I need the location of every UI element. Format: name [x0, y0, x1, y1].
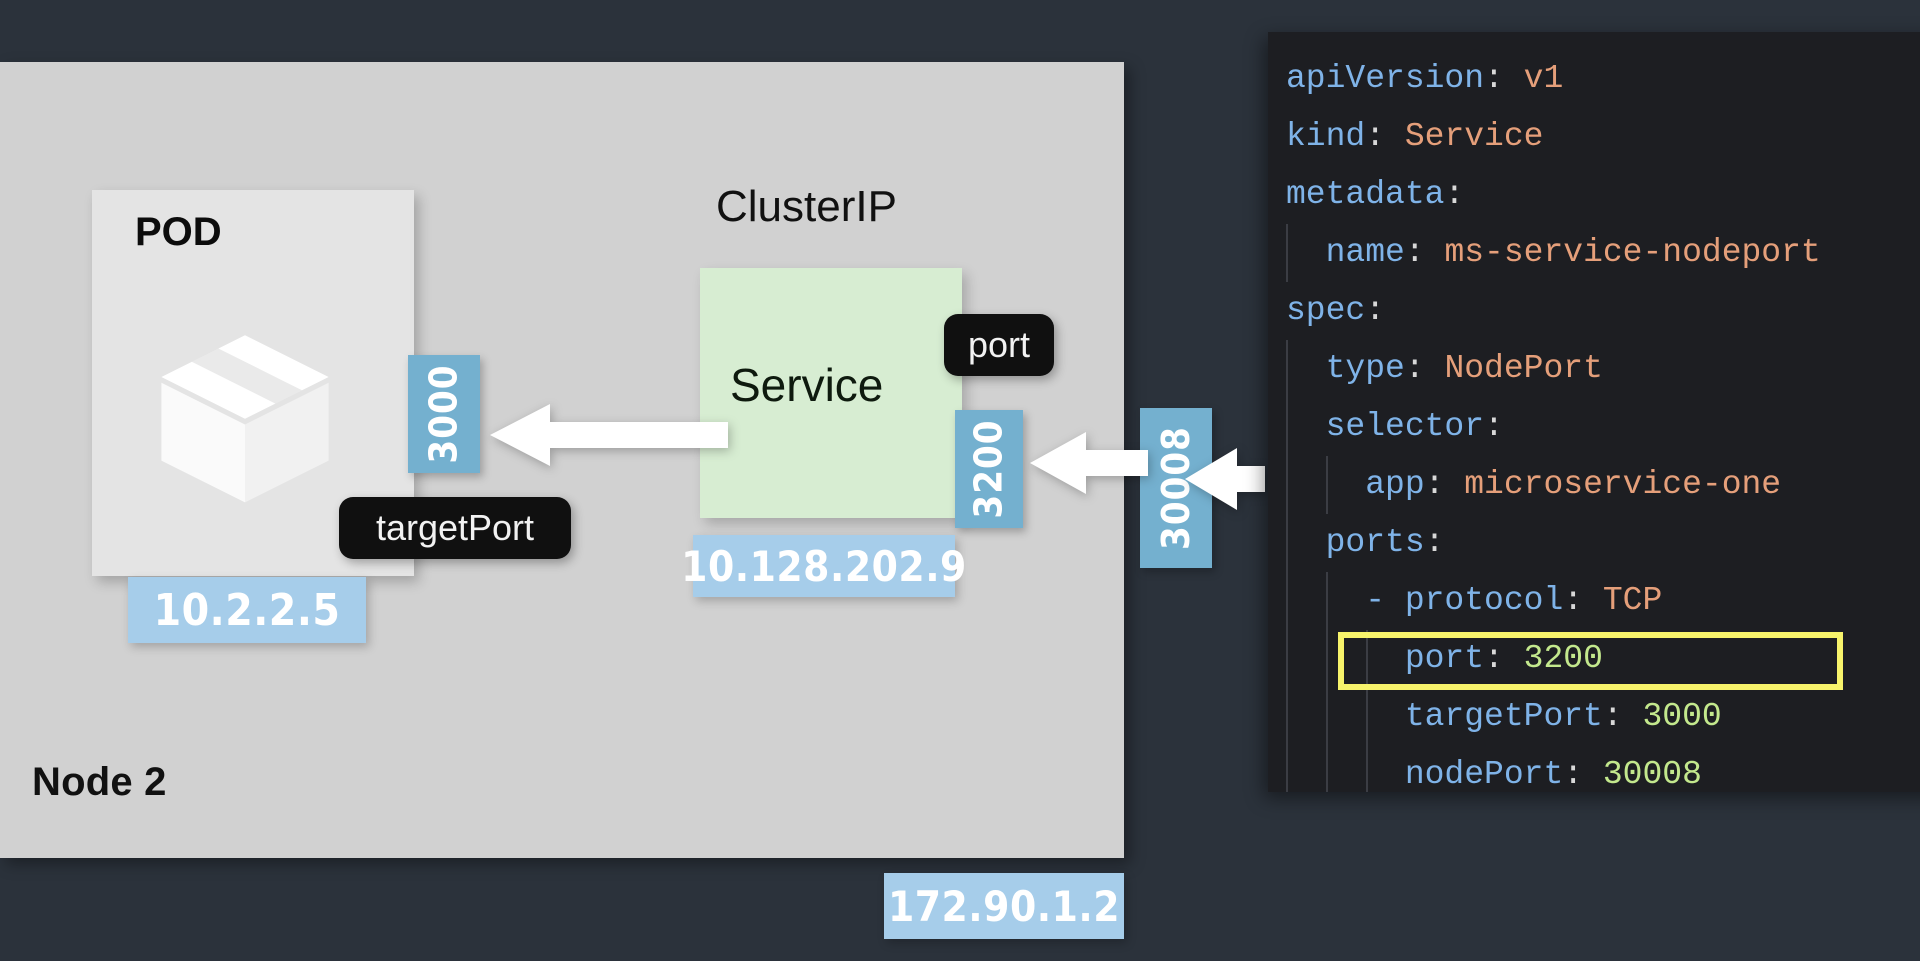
indent-guide	[1326, 572, 1328, 630]
indent-guide	[1326, 688, 1328, 746]
yaml-token: microservice-one	[1444, 466, 1782, 503]
indent-guide	[1286, 572, 1288, 630]
yaml-token: :	[1424, 466, 1445, 503]
yaml-code-line: nodePort: 30008	[1268, 746, 1920, 792]
indent-guide	[1366, 688, 1368, 746]
node-label: Node 2	[32, 760, 167, 804]
yaml-token: :	[1484, 60, 1504, 97]
yaml-token: :	[1404, 350, 1425, 387]
indent-guide	[1286, 224, 1288, 282]
pod-ip-badge: 10.2.2.5	[128, 577, 366, 643]
yaml-token: spec	[1286, 292, 1366, 329]
indent-guide	[1286, 630, 1288, 688]
yaml-token: NodePort	[1424, 350, 1603, 387]
target-port-tag: targetPort	[339, 497, 571, 559]
indent-guide	[1286, 340, 1288, 398]
arrow-service-to-pod	[490, 400, 728, 470]
yaml-code-line: app: microservice-one	[1268, 456, 1920, 514]
yaml-token: apiVersion	[1286, 60, 1485, 97]
indent-guide	[1286, 688, 1288, 746]
yaml-token: ports	[1325, 524, 1425, 561]
pod-label: POD	[135, 210, 222, 254]
yaml-token: port	[1404, 640, 1485, 677]
port-chip-service-port-value: 3200	[967, 419, 1011, 519]
indent-guide	[1366, 630, 1368, 688]
yaml-token: kind	[1286, 118, 1366, 155]
indent-guide	[1326, 746, 1328, 792]
yaml-token: 30008	[1583, 756, 1702, 792]
yaml-code-line: ports:	[1268, 514, 1920, 572]
yaml-token: :	[1602, 698, 1623, 735]
yaml-token: :	[1563, 756, 1584, 792]
yaml-token: :	[1484, 640, 1504, 677]
arrow-external-to-nodeport	[1185, 448, 1265, 510]
arrow-nodeport-to-service	[1030, 430, 1148, 496]
yaml-token: type	[1325, 350, 1405, 387]
yaml-token: ms-service-nodeport	[1424, 234, 1821, 271]
yaml-token: Service	[1385, 118, 1544, 155]
yaml-token: v1	[1503, 60, 1564, 97]
yaml-code-line: - protocol: TCP	[1268, 572, 1920, 630]
port-chip-target-port-value: 3000	[422, 364, 466, 464]
clusterip-heading: ClusterIP	[716, 182, 897, 231]
yaml-token: selector	[1325, 408, 1485, 445]
port-chip-target-port: 3000	[408, 355, 480, 473]
node-ip-badge: 172.90.1.2	[884, 873, 1124, 939]
port-tag-label: port	[967, 324, 1031, 365]
indent-guide	[1286, 398, 1288, 456]
yaml-token: TCP	[1583, 582, 1663, 619]
yaml-token: app	[1365, 466, 1425, 503]
yaml-token: :	[1404, 234, 1425, 271]
port-tag: port	[944, 314, 1054, 376]
indent-guide	[1286, 456, 1288, 514]
yaml-token: nodePort	[1404, 756, 1564, 792]
yaml-code-lines: apiVersion: v1 kind: Service metadata: nam…	[1268, 50, 1920, 792]
yaml-code-panel[interactable]: apiVersion: v1 kind: Service metadata: nam…	[1268, 32, 1920, 792]
service-ip-badge: 10.128.202.9	[681, 535, 966, 597]
yaml-token: :	[1365, 118, 1386, 155]
yaml-token: :	[1444, 176, 1465, 213]
yaml-token: protocol	[1404, 582, 1564, 619]
yaml-token: :	[1484, 408, 1504, 445]
yaml-token: :	[1365, 292, 1386, 329]
yaml-code-line: selector:	[1268, 398, 1920, 456]
yaml-code-line: apiVersion: v1	[1268, 50, 1920, 108]
yaml-code-line: kind: Service	[1268, 108, 1920, 166]
yaml-token: name	[1325, 234, 1405, 271]
yaml-token: targetPort	[1404, 698, 1603, 735]
yaml-code-line: name: ms-service-nodeport	[1268, 224, 1920, 282]
yaml-code-line: port: 3200	[1268, 630, 1920, 688]
yaml-token: metadata	[1286, 176, 1445, 213]
yaml-token: 3000	[1622, 698, 1722, 735]
package-box-icon	[150, 320, 340, 510]
indent-guide	[1366, 746, 1368, 792]
yaml-code-line: targetPort: 3000	[1268, 688, 1920, 746]
yaml-code-line: type: NodePort	[1268, 340, 1920, 398]
yaml-code-line: spec:	[1268, 282, 1920, 340]
yaml-token: -	[1365, 582, 1405, 619]
diagram-canvas: POD 3000 targetPort 10.2.2.5 ClusterIP S…	[0, 0, 1920, 961]
indent-guide	[1326, 456, 1328, 514]
yaml-token: :	[1424, 524, 1445, 561]
yaml-code-line: metadata:	[1268, 166, 1920, 224]
yaml-token: :	[1563, 582, 1584, 619]
service-label: Service	[730, 359, 884, 411]
target-port-tag-label: targetPort	[375, 507, 535, 548]
indent-guide	[1286, 746, 1288, 792]
port-chip-service-port: 3200	[955, 410, 1023, 528]
yaml-token: 3200	[1503, 640, 1603, 677]
indent-guide	[1286, 514, 1288, 572]
indent-guide	[1326, 630, 1328, 688]
